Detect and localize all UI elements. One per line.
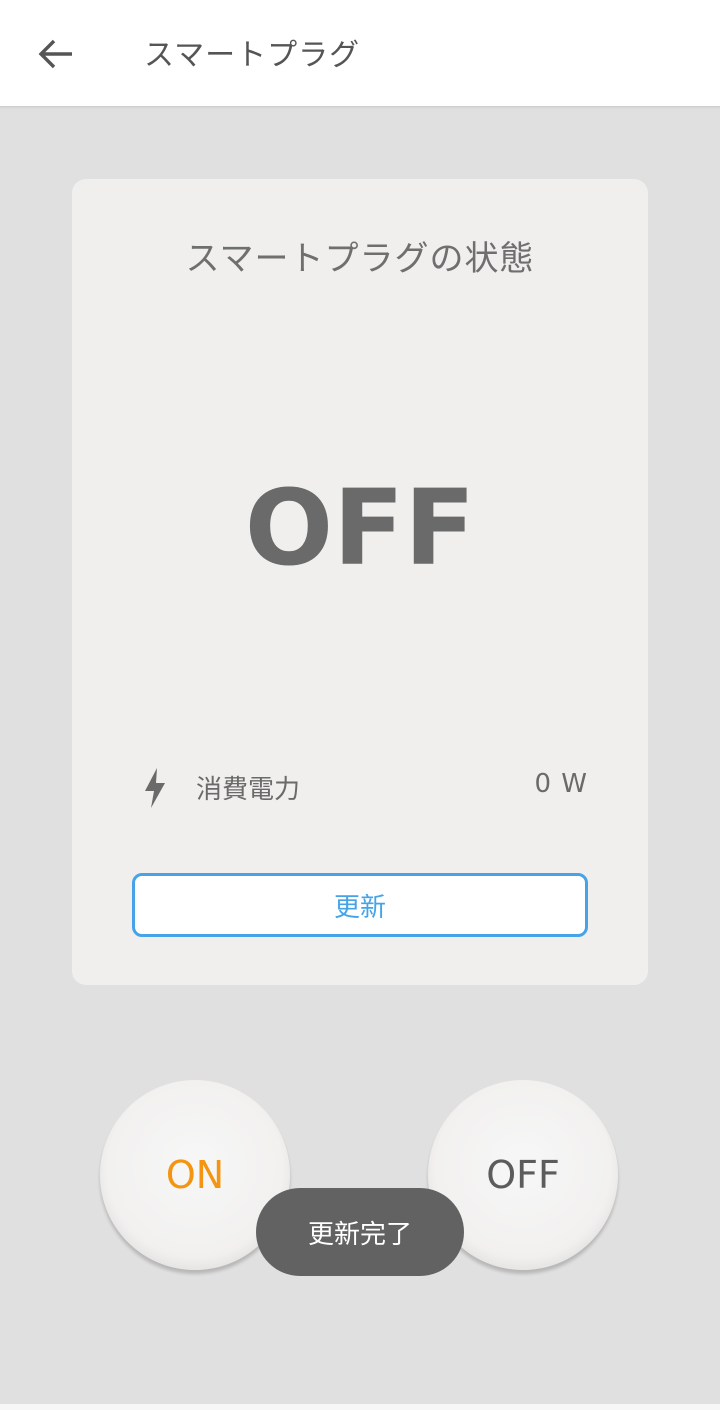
status-card: スマートプラグの状態 OFF 消費電力 0 W 更新: [72, 179, 648, 985]
app-bar: スマートプラグ: [0, 0, 720, 107]
power-value: 0 W: [534, 769, 588, 799]
lightning-bolt-icon: [145, 768, 165, 808]
toast-message: 更新完了: [256, 1188, 464, 1276]
back-button[interactable]: [28, 28, 84, 80]
refresh-button[interactable]: 更新: [132, 873, 588, 937]
card-title: スマートプラグの状態: [185, 239, 535, 279]
plug-state-text: OFF: [244, 467, 476, 589]
bottom-edge: [0, 1404, 720, 1410]
arrow-left-icon: [38, 39, 72, 69]
page-title: スマートプラグ: [144, 38, 361, 73]
power-label: 消費電力: [196, 775, 301, 805]
power-consumption-row: 消費電力 0 W: [134, 764, 590, 810]
